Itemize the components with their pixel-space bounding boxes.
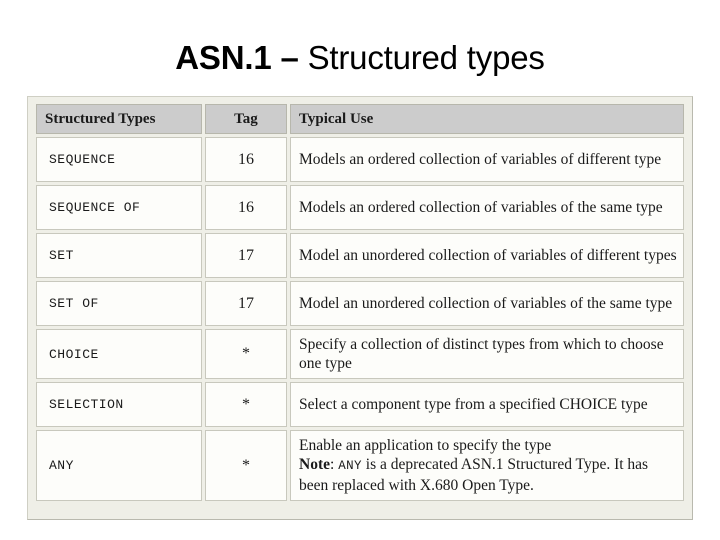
table-row: SEQUENCE 16 Models an ordered collection…	[36, 137, 684, 182]
cell-tag: *	[205, 430, 287, 501]
cell-structured-type: SET OF	[36, 281, 202, 326]
table-row: ANY * Enable an application to specify t…	[36, 430, 684, 501]
cell-typical-use: Models an ordered collection of variable…	[290, 185, 684, 230]
note-mono-term: ANY	[338, 459, 362, 473]
structured-types-table: Structured Types Tag Typical Use SEQUENC…	[33, 101, 687, 504]
cell-structured-type: ANY	[36, 430, 202, 501]
page-title-emphasis: ASN.1 –	[175, 39, 308, 76]
cell-typical-use: Select a component type from a specified…	[290, 382, 684, 427]
column-header-typical-use: Typical Use	[290, 104, 684, 134]
cell-typical-use: Specify a collection of distinct types f…	[290, 329, 684, 379]
cell-tag: 16	[205, 137, 287, 182]
column-header-structured-types: Structured Types	[36, 104, 202, 134]
cell-typical-use: Model an unordered collection of variabl…	[290, 281, 684, 326]
cell-tag: 17	[205, 233, 287, 278]
any-use-line: Enable an application to specify the typ…	[299, 437, 552, 454]
page-title: ASN.1 – Structured types	[0, 38, 720, 78]
table-row: SEQUENCE OF 16 Models an ordered collect…	[36, 185, 684, 230]
cell-typical-use: Model an unordered collection of variabl…	[290, 233, 684, 278]
cell-structured-type: SEQUENCE OF	[36, 185, 202, 230]
column-header-tag: Tag	[205, 104, 287, 134]
cell-structured-type: SET	[36, 233, 202, 278]
table-row: SET 17 Model an unordered collection of …	[36, 233, 684, 278]
cell-structured-type: SEQUENCE	[36, 137, 202, 182]
cell-tag: 16	[205, 185, 287, 230]
table-row: SET OF 17 Model an unordered collection …	[36, 281, 684, 326]
cell-tag: *	[205, 382, 287, 427]
table-body: SEQUENCE 16 Models an ordered collection…	[36, 137, 684, 501]
table-row: SELECTION * Select a component type from…	[36, 382, 684, 427]
cell-structured-type: CHOICE	[36, 329, 202, 379]
cell-tag: 17	[205, 281, 287, 326]
note-label: Note	[299, 456, 330, 473]
page-title-rest: Structured types	[307, 39, 545, 76]
cell-tag: *	[205, 329, 287, 379]
table-container: Structured Types Tag Typical Use SEQUENC…	[27, 96, 693, 520]
table-header-row: Structured Types Tag Typical Use	[36, 104, 684, 134]
cell-structured-type: SELECTION	[36, 382, 202, 427]
cell-typical-use-any: Enable an application to specify the typ…	[290, 430, 684, 501]
cell-typical-use: Models an ordered collection of variable…	[290, 137, 684, 182]
table-row: CHOICE * Specify a collection of distinc…	[36, 329, 684, 379]
note-separator: :	[330, 456, 339, 473]
table-header: Structured Types Tag Typical Use	[36, 104, 684, 134]
